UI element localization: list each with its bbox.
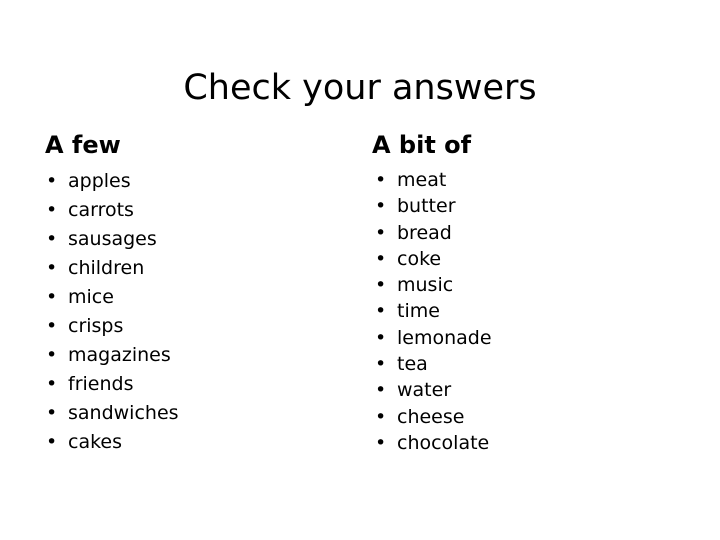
bullet-point-icon: • (46, 373, 58, 395)
list-item: • music (372, 272, 672, 298)
list-item-label: mice (68, 286, 114, 308)
bullet-point-icon: • (375, 300, 387, 323)
bullet-point-icon: • (46, 257, 58, 279)
bullet-list-a-few: • apples • carrots • sausages • children… (45, 167, 345, 457)
list-item: • crisps (45, 312, 345, 341)
page-title: Check your answers (183, 68, 537, 109)
list-item-label: water (397, 379, 452, 402)
list-item: • mice (45, 283, 345, 312)
list-item: • chocolate (372, 430, 672, 456)
list-item-label: bread (397, 221, 452, 244)
list-item-label: tea (397, 353, 428, 376)
list-item: • magazines (45, 341, 345, 370)
bullet-point-icon: • (46, 228, 58, 250)
list-item: • sandwiches (45, 399, 345, 428)
list-item: • tea (372, 351, 672, 377)
list-item-label: carrots (68, 199, 134, 221)
list-item-label: coke (397, 247, 442, 270)
bullet-point-icon: • (46, 315, 58, 337)
bullet-point-icon: • (375, 195, 387, 218)
column-a-bit-of: A bit of • meat • butter • bread • coke … (372, 130, 672, 456)
bullet-point-icon: • (375, 274, 387, 297)
column-a-few: A few • apples • carrots • sausages • ch… (45, 130, 345, 457)
bullet-point-icon: • (46, 286, 58, 308)
list-item: • coke (372, 246, 672, 272)
list-item: • lemonade (372, 325, 672, 351)
list-item-label: crisps (68, 315, 124, 337)
bullet-point-icon: • (375, 326, 387, 349)
column-heading-a-few: A few (45, 131, 121, 159)
list-item-label: sausages (68, 228, 157, 250)
bullet-point-icon: • (375, 247, 387, 270)
list-item-label: butter (397, 195, 456, 218)
list-item-label: meat (397, 169, 447, 191)
list-item: • sausages (45, 225, 345, 254)
list-item-label: sandwiches (68, 402, 179, 424)
list-item: • time (372, 298, 672, 324)
bullet-point-icon: • (375, 379, 387, 402)
column-heading-a-bit-of: A bit of (372, 131, 472, 159)
list-item-label: friends (68, 373, 134, 395)
list-item-label: time (397, 300, 440, 323)
list-item: • bread (372, 220, 672, 246)
bullet-point-icon: • (375, 405, 387, 428)
bullet-point-icon: • (375, 169, 387, 191)
list-item-label: chocolate (397, 431, 490, 454)
list-item-label: cakes (68, 431, 123, 453)
bullet-list-a-bit-of: • meat • butter • bread • coke • music •… (372, 167, 672, 456)
list-item: • carrots (45, 196, 345, 225)
bullet-point-icon: • (46, 344, 58, 366)
bullet-point-icon: • (375, 431, 387, 454)
list-item: • children (45, 254, 345, 283)
list-item: • cheese (372, 404, 672, 430)
list-item-label: apples (68, 170, 131, 192)
list-item: • meat (372, 167, 672, 193)
bullet-point-icon: • (375, 221, 387, 244)
bullet-point-icon: • (46, 431, 58, 453)
list-item-label: music (397, 274, 454, 297)
list-item: • cakes (45, 428, 345, 457)
slide: Check your answers A few • apples • carr… (0, 0, 720, 540)
bullet-point-icon: • (46, 199, 58, 221)
list-item: • butter (372, 193, 672, 219)
list-item-label: magazines (68, 344, 171, 366)
bullet-point-icon: • (46, 402, 58, 424)
list-item: • apples (45, 167, 345, 196)
list-item: • friends (45, 370, 345, 399)
list-item-label: cheese (397, 405, 465, 428)
list-item-label: children (68, 257, 145, 279)
bullet-point-icon: • (46, 170, 58, 192)
list-item-label: lemonade (397, 326, 492, 349)
bullet-point-icon: • (375, 353, 387, 376)
list-item: • water (372, 377, 672, 403)
